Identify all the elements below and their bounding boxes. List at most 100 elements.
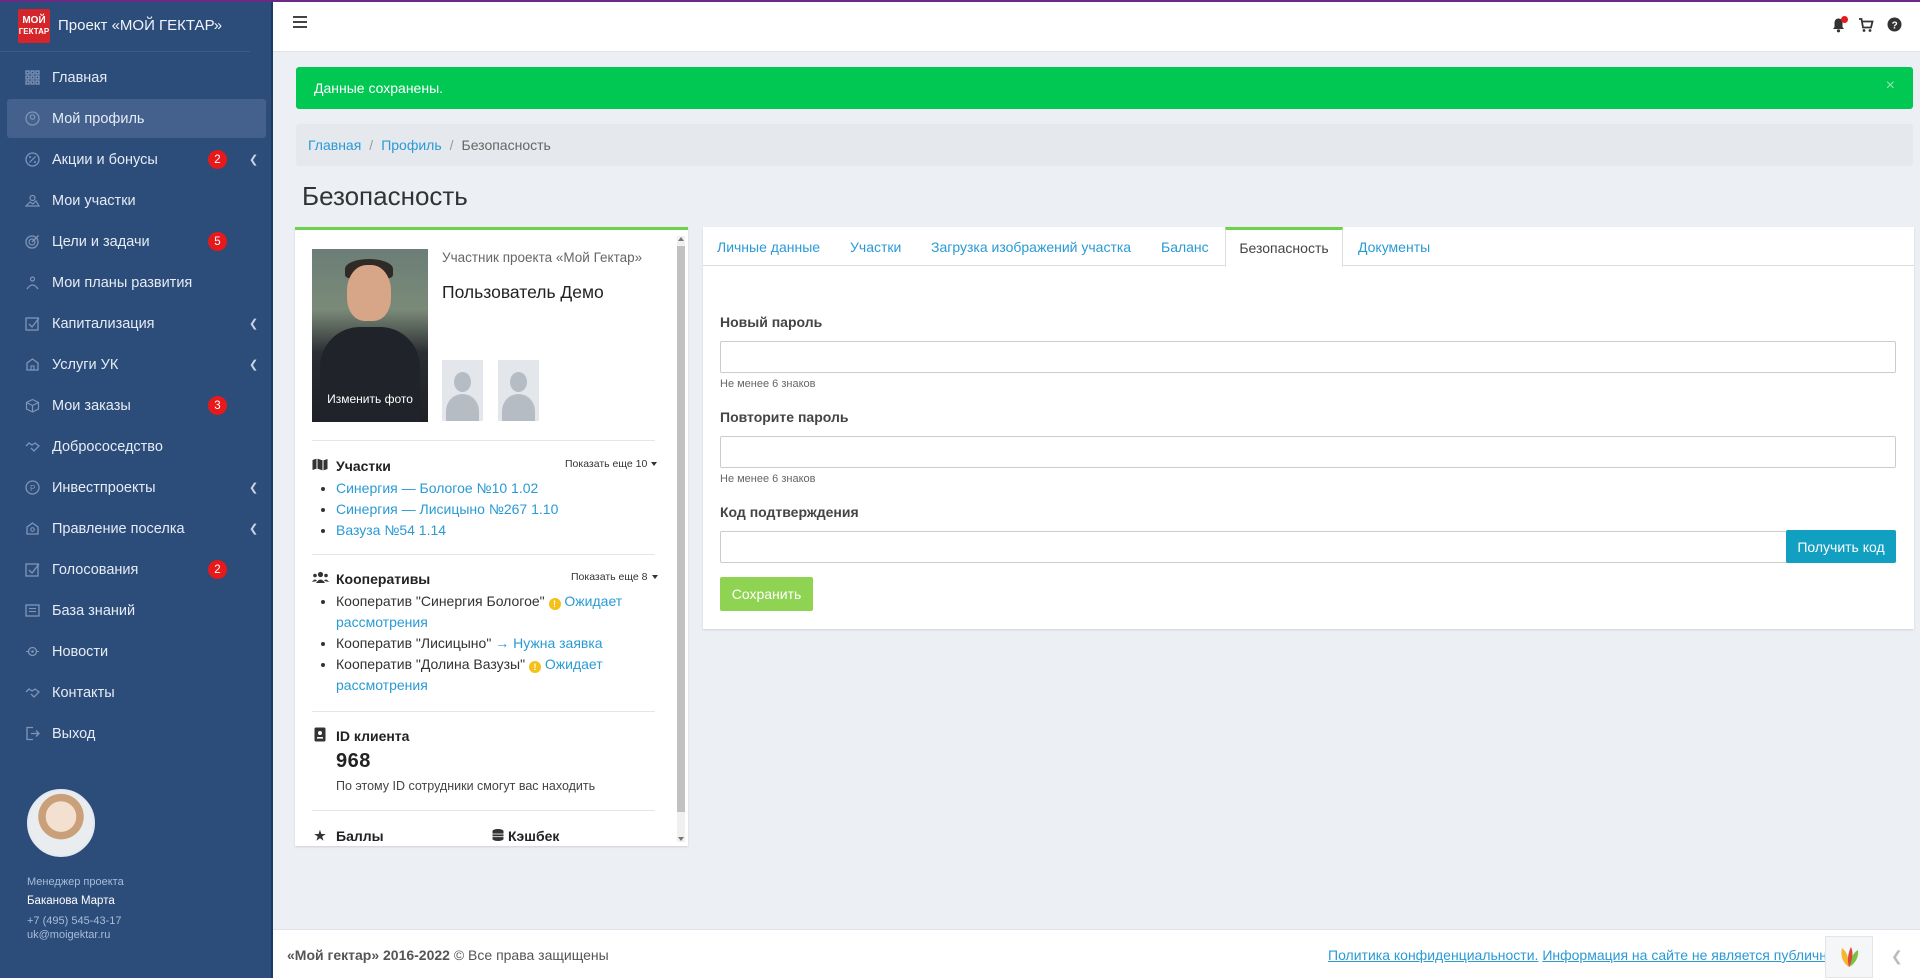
- plots-show-more[interactable]: Показать еще 10: [565, 458, 657, 470]
- divider: [312, 810, 655, 811]
- list-item: Кооператив "Синергия Бологое" ! Ожидает …: [336, 591, 636, 633]
- sidebar-item-logout[interactable]: Выход: [7, 714, 266, 753]
- plot-link[interactable]: Синергия — Бологое №10 1.02: [336, 480, 538, 496]
- footer-rights: © Все права защищены: [453, 947, 609, 963]
- sidebar-item-board[interactable]: Правление поселка ❮: [7, 509, 266, 548]
- sidebar-item-profile[interactable]: Мой профиль: [7, 99, 266, 138]
- contacts-icon: [23, 684, 41, 702]
- sidebar-item-label: База знаний: [52, 602, 136, 619]
- breadcrumb-current: Безопасность: [461, 137, 551, 153]
- plot-link[interactable]: Синергия — Лисицыно №267 1.10: [336, 501, 558, 517]
- scroll-thumb[interactable]: [677, 246, 685, 812]
- id-card-icon: [312, 727, 328, 745]
- new-password-label: Новый пароль: [720, 314, 823, 330]
- clock-warning-icon: !: [548, 598, 561, 610]
- breadcrumb-separator: /: [449, 137, 454, 153]
- sidebar-item-label: Мои заказы: [52, 397, 131, 414]
- sidebar-item-promotions[interactable]: Акции и бонусы 2 ❮: [7, 140, 266, 179]
- offer-disclaimer-link[interactable]: Информация на сайте не является публично…: [1542, 947, 1848, 963]
- plan-icon: [23, 274, 41, 292]
- chevron-left-icon: ❮: [249, 523, 259, 535]
- client-id-title: ID клиента: [336, 728, 410, 744]
- settings-card: Личные данные Участки Загрузка изображен…: [703, 227, 1914, 629]
- sidebar-item-plots[interactable]: Мои участки: [7, 181, 266, 220]
- menu-toggle-icon[interactable]: [293, 16, 307, 28]
- family-avatar-placeholder[interactable]: [442, 360, 483, 421]
- sidebar-item-goals[interactable]: Цели и задачи 5: [7, 222, 266, 261]
- map-icon: [312, 458, 328, 474]
- news-icon: [23, 643, 41, 661]
- family-avatar-placeholder[interactable]: [498, 360, 539, 421]
- repeat-password-field[interactable]: [720, 436, 1896, 468]
- brand-logo: МОЙ ГЕКТАР: [18, 8, 50, 43]
- invest-icon: P: [23, 479, 41, 497]
- sidebar-item-home[interactable]: Главная: [7, 58, 266, 97]
- divider: [312, 440, 655, 441]
- change-photo-link[interactable]: Изменить фото: [312, 392, 428, 406]
- sidebar-item-label: Мои участки: [52, 192, 136, 209]
- sidebar-item-contacts[interactable]: Контакты: [7, 673, 266, 712]
- help-icon[interactable]: ?: [1886, 17, 1902, 33]
- logout-icon: [23, 725, 41, 743]
- sidebar-item-label: Капитализация: [52, 315, 155, 332]
- divider: [312, 554, 655, 555]
- sidebar-item-services[interactable]: Услуги УК ❮: [7, 345, 266, 384]
- tab-bar: Личные данные Участки Загрузка изображен…: [703, 227, 1914, 267]
- bell-icon[interactable]: [1830, 16, 1848, 33]
- sidebar-item-voting[interactable]: Голосования 2: [7, 550, 266, 589]
- chevron-left-icon[interactable]: ❮: [1891, 948, 1903, 965]
- breadcrumb-profile[interactable]: Профиль: [381, 137, 441, 153]
- tab-documents[interactable]: Документы: [1358, 227, 1430, 266]
- brand-logo-line2: ГЕКТАР: [18, 26, 50, 36]
- list-item: Синергия — Бологое №10 1.02: [336, 478, 558, 499]
- tab-security[interactable]: Безопасность: [1225, 227, 1343, 267]
- landscape-icon: [23, 192, 41, 210]
- promotions-badge: 2: [208, 150, 227, 169]
- manager-phone[interactable]: +7 (495) 545-43-17: [27, 915, 267, 927]
- sidebar-item-label: Мой профиль: [52, 110, 145, 127]
- privacy-policy-link[interactable]: Политика конфиденциальности.: [1328, 947, 1538, 963]
- manager-email[interactable]: uk@moigektar.ru: [27, 929, 267, 941]
- sidebar-item-orders[interactable]: Мои заказы 3: [7, 386, 266, 425]
- brand[interactable]: МОЙ ГЕКТАР Проект «МОЙ ГЕКТАР»: [0, 0, 250, 52]
- sidebar-item-news[interactable]: Новости: [7, 632, 266, 671]
- repeat-password-label: Повторите пароль: [720, 409, 849, 425]
- coops-show-more[interactable]: Показать еще 8: [571, 571, 658, 583]
- breadcrumb-home[interactable]: Главная: [308, 137, 361, 153]
- star-icon: ★: [314, 828, 326, 843]
- list-item: Кооператив "Долина Вазузы" ! Ожидает рас…: [336, 654, 636, 696]
- sidebar: МОЙ ГЕКТАР Проект «МОЙ ГЕКТАР» Главная М…: [0, 0, 273, 978]
- sidebar-item-label: Услуги УК: [52, 356, 119, 373]
- chat-widget[interactable]: [1825, 936, 1873, 978]
- coop-status-link[interactable]: Нужна заявка: [513, 635, 602, 651]
- sidebar-item-capitalization[interactable]: Капитализация ❮: [7, 304, 266, 343]
- brand-title: Проект «МОЙ ГЕКТАР»: [58, 17, 223, 34]
- chevron-left-icon: ❮: [249, 482, 259, 494]
- scroll-down-arrow[interactable]: [678, 837, 684, 841]
- plot-link[interactable]: Вазуза №54 1.14: [336, 522, 446, 538]
- chevron-left-icon: ❮: [249, 359, 259, 371]
- tab-plot-images[interactable]: Загрузка изображений участка: [931, 227, 1131, 266]
- photo-jacket: [320, 327, 420, 422]
- tab-plots[interactable]: Участки: [850, 227, 901, 266]
- new-password-field[interactable]: [720, 341, 1896, 373]
- tab-balance[interactable]: Баланс: [1161, 227, 1209, 266]
- confirmation-code-label: Код подтверждения: [720, 504, 859, 520]
- sidebar-item-knowledge[interactable]: База знаний: [7, 591, 266, 630]
- client-id-value: 968: [336, 750, 371, 772]
- sidebar-item-invest[interactable]: P Инвестпроекты ❮: [7, 468, 266, 507]
- sidebar-item-label: Цели и задачи: [52, 233, 150, 250]
- scroll-up-arrow[interactable]: [678, 237, 684, 241]
- confirmation-code-field[interactable]: [720, 531, 1788, 563]
- sidebar-item-plans[interactable]: Мои планы развития: [7, 263, 266, 302]
- save-button[interactable]: Сохранить: [720, 577, 813, 611]
- cart-icon[interactable]: [1858, 17, 1874, 33]
- vote-icon: [23, 561, 41, 579]
- get-code-button[interactable]: Получить код: [1786, 530, 1896, 563]
- profile-photo[interactable]: Изменить фото: [312, 249, 428, 422]
- plots-list: Синергия — Бологое №10 1.02 Синергия — Л…: [336, 478, 558, 541]
- close-icon[interactable]: ×: [1886, 77, 1895, 95]
- profile-card-scrollbar[interactable]: [677, 236, 685, 842]
- sidebar-item-neighbors[interactable]: Добрососедство: [7, 427, 266, 466]
- tab-personal-data[interactable]: Личные данные: [717, 227, 820, 266]
